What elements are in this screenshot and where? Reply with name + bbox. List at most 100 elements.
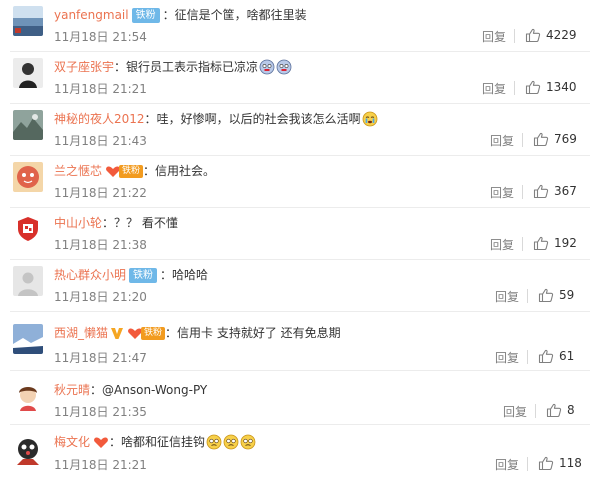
confused-face-icon xyxy=(206,434,222,450)
avatar[interactable] xyxy=(13,324,43,354)
colon: ： xyxy=(144,112,157,126)
like-count: 59 xyxy=(559,288,575,302)
like-button[interactable]: 4229 xyxy=(525,27,577,43)
reply-button[interactable]: 回复 xyxy=(495,350,519,366)
comment-item: yanfengmail 铁粉 ： 征信是个筐，啥都往里装 11月18日 21:5… xyxy=(0,0,600,52)
frozen-face-icon xyxy=(276,59,292,75)
frozen-face-icon xyxy=(259,59,275,75)
comment-item: 西湖_懒猫 铁粉 ： 信用卡 支持就好了 还有免息期 11月18日 21:47 … xyxy=(0,312,600,371)
avatar[interactable] xyxy=(13,435,43,465)
reply-button[interactable]: 回复 xyxy=(490,237,514,253)
comment-text: 信用社会。 xyxy=(155,164,216,178)
username[interactable]: 兰之惬芯 xyxy=(54,162,102,180)
timestamp: 11月18日 21:43 xyxy=(54,134,147,148)
heart-crown-icon[interactable] xyxy=(93,435,109,449)
comment-item: 秋元晴 ： @Anson-Wong-PY 11月18日 21:35 回复 8 xyxy=(0,371,600,425)
like-button[interactable]: 367 xyxy=(533,183,577,199)
thumbs-up-icon xyxy=(533,236,549,251)
vip-fan-badge[interactable]: 铁粉 xyxy=(127,326,166,340)
comment-text: 信用卡 支持就好了 还有免息期 xyxy=(177,326,341,340)
colon: ： xyxy=(109,435,122,449)
confused-face-icon xyxy=(223,434,239,450)
comment-text: 银行员工表示指标已凉凉 xyxy=(126,60,259,74)
avatar[interactable] xyxy=(13,162,43,192)
avatar[interactable] xyxy=(13,58,43,88)
like-button[interactable]: 61 xyxy=(538,348,574,364)
username[interactable]: 神秘的夜人2012 xyxy=(54,110,145,128)
comment-item: 热心群众小明 铁粉 ： 哈哈哈 11月18日 21:20 回复 59 xyxy=(0,260,600,312)
avatar[interactable] xyxy=(13,110,43,140)
avatar[interactable] xyxy=(13,381,43,411)
like-count: 367 xyxy=(554,184,577,198)
vip-fan-badge[interactable]: 铁粉 xyxy=(105,164,144,178)
username[interactable]: 梅文化 xyxy=(54,433,90,451)
like-button[interactable]: 118 xyxy=(538,455,582,471)
avatar[interactable] xyxy=(13,214,43,244)
like-count: 1340 xyxy=(546,80,577,94)
divider xyxy=(535,404,536,418)
username[interactable]: 双子座张宇 xyxy=(54,58,114,76)
username[interactable]: 西湖_懒猫 xyxy=(54,324,108,342)
thumbs-up-icon xyxy=(538,456,554,471)
comment-text[interactable]: @Anson-Wong-PY xyxy=(102,381,207,399)
reply-button[interactable]: 回复 xyxy=(503,404,527,420)
thumbs-up-icon xyxy=(525,28,541,43)
thumbs-up-icon xyxy=(525,80,541,95)
thumbs-up-icon xyxy=(538,349,554,364)
divider xyxy=(527,289,528,303)
like-count: 4229 xyxy=(546,28,577,42)
username[interactable]: 中山小轮 xyxy=(54,214,102,232)
comment-text: 哇，好惨啊，以后的社会我该怎么活啊 xyxy=(156,112,361,126)
fan-badge[interactable]: 铁粉 xyxy=(131,7,160,23)
divider xyxy=(514,29,515,43)
timestamp: 11月18日 21:20 xyxy=(54,290,147,304)
username[interactable]: 热心群众小明 xyxy=(54,266,126,284)
avatar[interactable] xyxy=(13,6,43,36)
like-button[interactable]: 769 xyxy=(533,131,577,147)
timestamp: 11月18日 21:54 xyxy=(54,30,147,44)
avatar[interactable] xyxy=(13,266,43,296)
reply-button[interactable]: 回复 xyxy=(490,133,514,149)
comment-item: 神秘的夜人2012 ： 哇，好惨啊，以后的社会我该怎么活啊 11月18日 21:… xyxy=(0,104,600,156)
like-button[interactable]: 192 xyxy=(533,235,577,251)
colon: ： xyxy=(114,60,127,74)
like-count: 61 xyxy=(559,349,575,363)
divider xyxy=(527,457,528,471)
colon: ： xyxy=(90,383,103,397)
thumbs-up-icon xyxy=(546,403,562,418)
thumbs-up-icon xyxy=(533,132,549,147)
reply-button[interactable]: 回复 xyxy=(495,289,519,305)
verified-v-icon xyxy=(111,328,124,339)
comment-item: 中山小轮 ： ？？ 看不懂 11月18日 21:38 回复 192 xyxy=(0,208,600,260)
colon: ： xyxy=(160,268,173,282)
confused-face-icon xyxy=(240,434,256,450)
comment-item: 兰之惬芯 铁粉 ： 信用社会。 11月18日 21:22 回复 367 xyxy=(0,156,600,208)
colon: ： xyxy=(162,8,175,22)
username[interactable]: yanfengmail xyxy=(54,6,129,24)
like-button[interactable]: 1340 xyxy=(525,79,577,95)
timestamp: 11月18日 21:21 xyxy=(54,82,147,96)
reply-button[interactable]: 回复 xyxy=(490,185,514,201)
divider xyxy=(514,81,515,95)
username[interactable]: 秋元晴 xyxy=(54,381,90,399)
comment-text: 征信是个筐，啥都往里装 xyxy=(174,8,307,22)
comment-text: 哈哈哈 xyxy=(172,268,209,282)
comment-text: 啥都和征信挂钩 xyxy=(121,435,206,449)
divider xyxy=(522,185,523,199)
reply-button[interactable]: 回复 xyxy=(482,81,506,97)
colon: ： xyxy=(143,164,156,178)
crying-face-icon xyxy=(362,111,377,127)
comment-item: 梅文化 ： 啥都和征信挂钩 11月18日 21:21 回复 118 xyxy=(0,425,600,490)
reply-button[interactable]: 回复 xyxy=(482,29,506,45)
fan-badge[interactable]: 铁粉 xyxy=(129,267,158,283)
timestamp: 11月18日 21:35 xyxy=(54,405,147,419)
timestamp: 11月18日 21:22 xyxy=(54,186,147,200)
like-button[interactable]: 8 xyxy=(546,402,575,418)
reply-button[interactable]: 回复 xyxy=(495,457,519,473)
like-count: 118 xyxy=(559,456,582,470)
thumbs-up-icon xyxy=(538,288,554,303)
comment-item: 双子座张宇 ： 银行员工表示指标已凉凉 11月18日 21:21 回复 1340 xyxy=(0,52,600,104)
like-button[interactable]: 59 xyxy=(538,287,574,303)
like-count: 192 xyxy=(554,236,577,250)
comment-list: yanfengmail 铁粉 ： 征信是个筐，啥都往里装 11月18日 21:5… xyxy=(0,0,600,490)
